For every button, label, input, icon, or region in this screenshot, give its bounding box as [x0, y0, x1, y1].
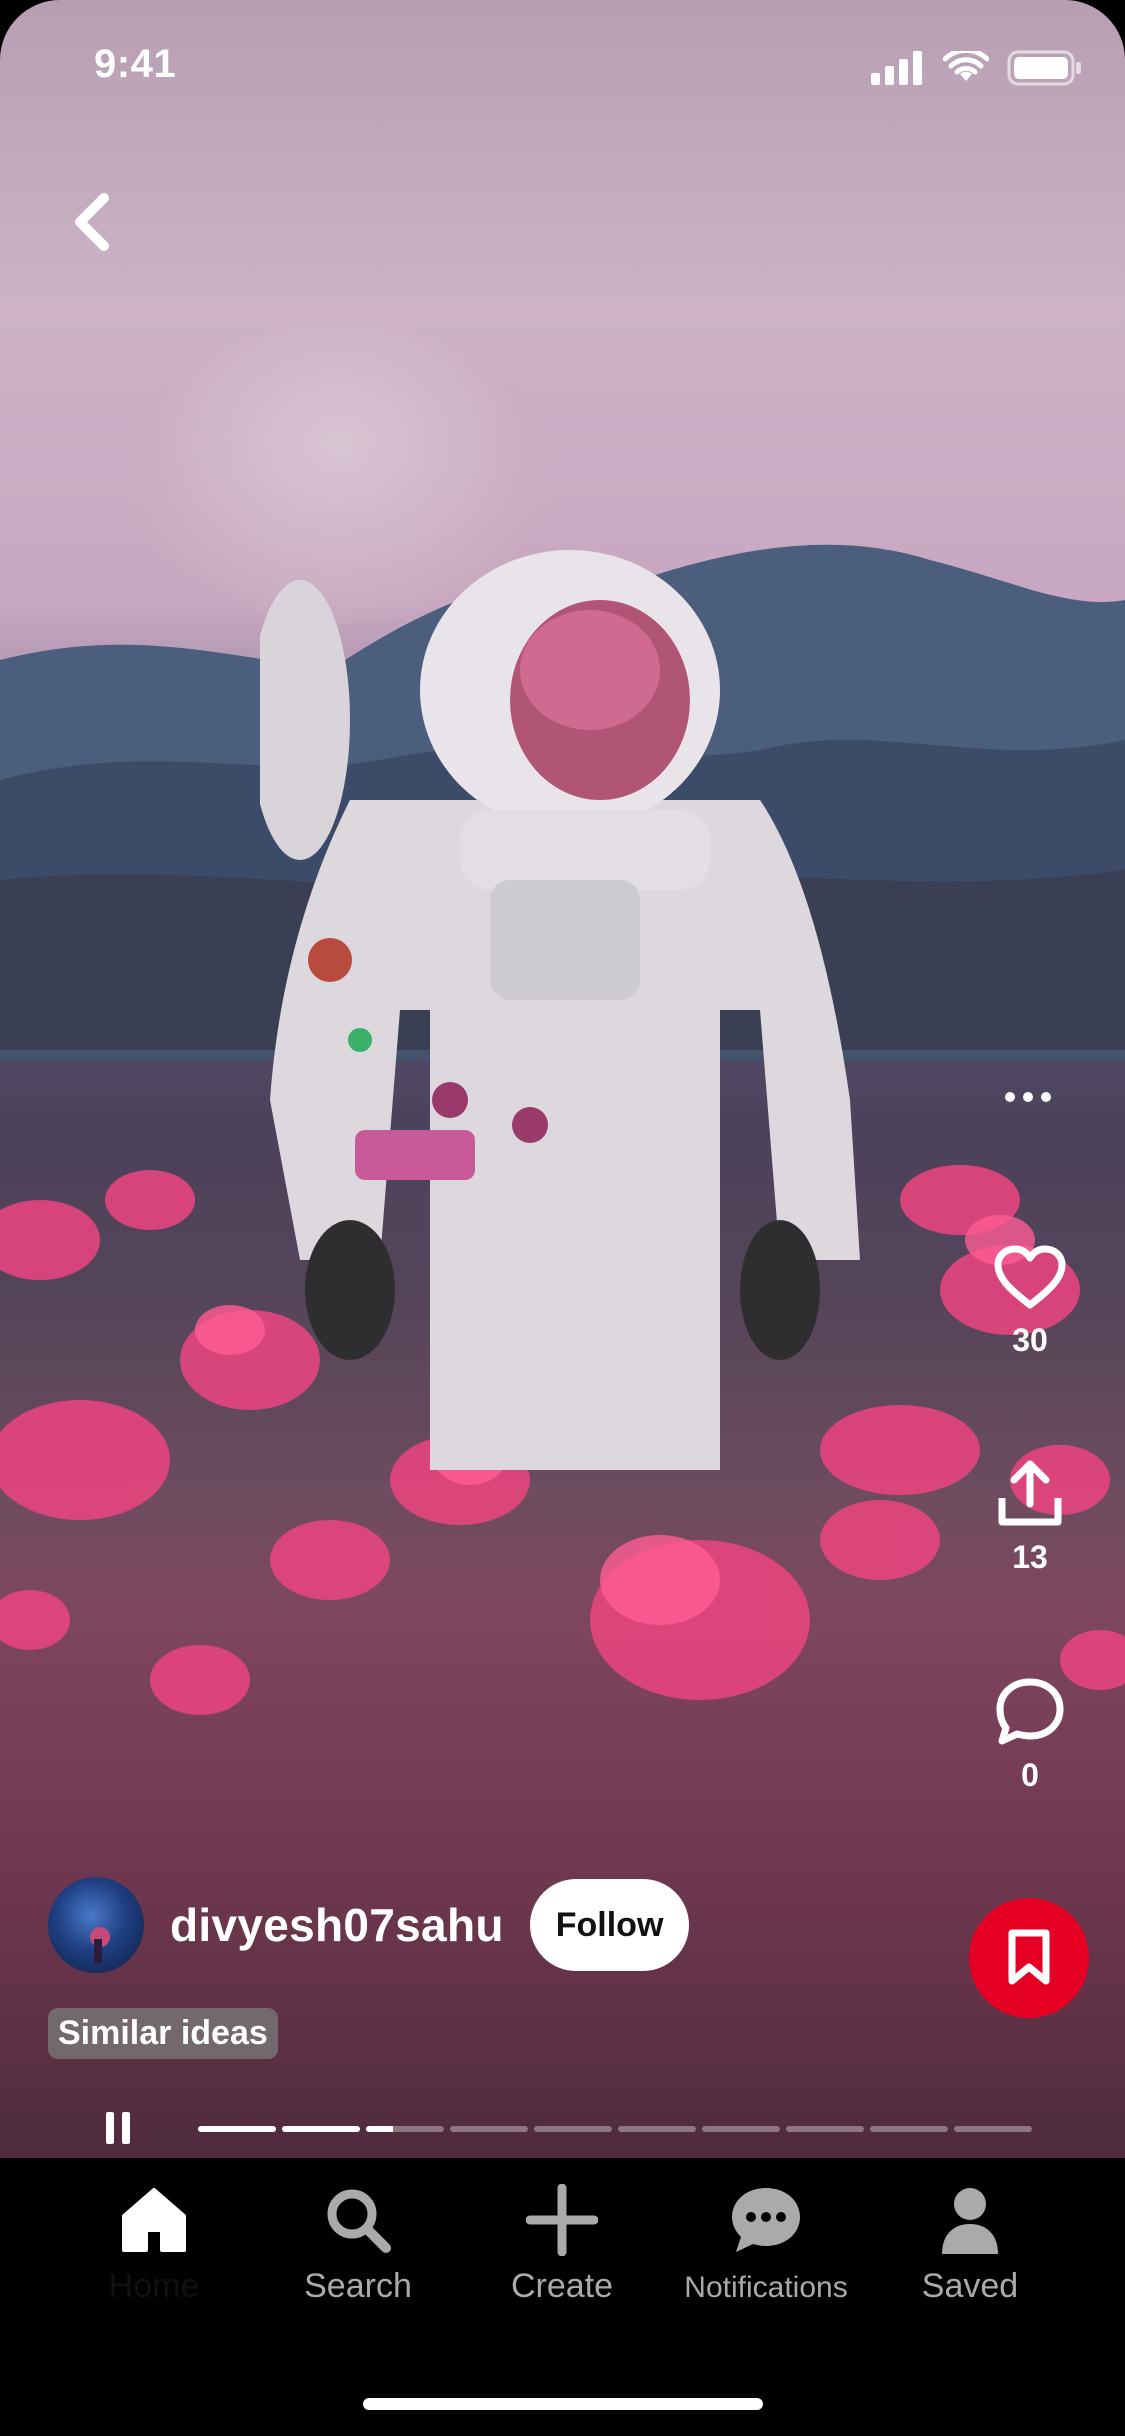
progress-segment [954, 2126, 1032, 2132]
progress-segment [366, 2126, 444, 2132]
save-pin-button[interactable] [969, 1898, 1089, 2018]
share-count: 13 [1012, 1539, 1048, 1575]
status-time: 9:41 [94, 42, 177, 86]
tab-search[interactable]: Search [256, 2184, 460, 2306]
tab-label: Saved [921, 2267, 1019, 2305]
progress-segment [282, 2126, 360, 2132]
progress-fill [282, 2126, 360, 2132]
more-dot [1005, 1092, 1015, 1102]
tab-home[interactable]: Home [52, 2184, 256, 2306]
search-icon [327, 2189, 391, 2253]
chat-bubble-icon [732, 2188, 800, 2252]
more-options-button[interactable] [998, 1082, 1058, 1112]
progress-fill [198, 2126, 276, 2132]
plus-icon [525, 2183, 599, 2257]
progress-fill [366, 2126, 394, 2132]
heart-icon [994, 1245, 1066, 1309]
pause-bar [122, 2112, 130, 2144]
story-progress [198, 2126, 1032, 2132]
pause-bar [106, 2112, 114, 2144]
tab-label: Search [304, 2267, 412, 2305]
progress-segment [618, 2126, 696, 2132]
creator-username[interactable]: divyesh07sahu [170, 1898, 504, 1952]
astronaut-figure [260, 550, 860, 1470]
progress-segment [870, 2126, 948, 2132]
share-button[interactable]: 13 [980, 1458, 1080, 1576]
share-icon [998, 1460, 1062, 1526]
home-icon [122, 2188, 186, 2252]
avatar[interactable] [48, 1877, 144, 1973]
follow-button[interactable]: Follow [529, 1879, 690, 1971]
like-count: 30 [1012, 1322, 1048, 1358]
comment-button[interactable]: 0 [980, 1676, 1080, 1794]
wifi-icon [943, 51, 989, 81]
progress-segment [702, 2126, 780, 2132]
pin-image[interactable] [0, 0, 1125, 2160]
battery-icon [1007, 50, 1081, 86]
tab-label: Home [108, 2267, 200, 2305]
tab-notifications[interactable]: Notifications [664, 2184, 868, 2305]
comment-count: 0 [1021, 1757, 1039, 1793]
progress-segment [534, 2126, 612, 2132]
progress-segment [786, 2126, 864, 2132]
chevron-left-icon [75, 193, 109, 251]
bottom-tab-bar: Home Search Create Notifications Saved [0, 2158, 1125, 2436]
progress-segment [198, 2126, 276, 2132]
tab-saved[interactable]: Saved [868, 2184, 1072, 2306]
more-dot [1041, 1092, 1051, 1102]
progress-segment [450, 2126, 528, 2132]
phone-screen: 9:41 30 13 0 divyesh07sahu Follow Simila… [0, 0, 1125, 2436]
like-button[interactable]: 30 [980, 1245, 1080, 1359]
tab-label: Create [510, 2267, 614, 2305]
back-button[interactable] [62, 186, 122, 258]
status-bar: 9:41 [0, 0, 1125, 132]
similar-ideas-chip[interactable]: Similar ideas [48, 2008, 278, 2059]
creator-row: divyesh07sahu Follow [48, 1875, 690, 1975]
comment-icon [996, 1678, 1064, 1745]
person-icon [942, 2188, 998, 2254]
tab-label: Notifications [684, 2271, 848, 2304]
cellular-signal-icon [871, 51, 922, 85]
home-indicator [363, 2398, 763, 2410]
tab-create[interactable]: Create [460, 2183, 664, 2306]
avatar-image [90, 1927, 110, 1963]
bookmark-icon [1008, 1929, 1050, 1985]
more-dot [1023, 1092, 1033, 1102]
system-icons [871, 50, 1083, 86]
pause-button[interactable] [106, 2112, 130, 2144]
